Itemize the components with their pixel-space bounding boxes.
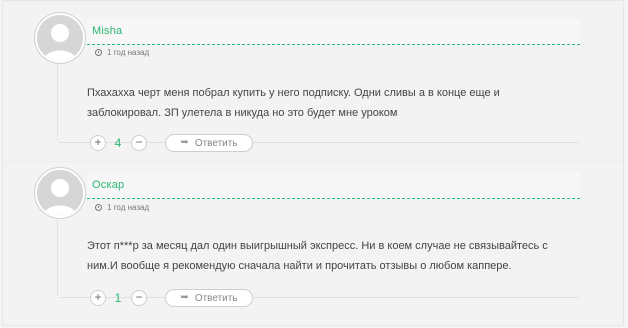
downvote-button[interactable]: −: [131, 290, 147, 306]
comment-meta: 1 год назад: [95, 203, 149, 212]
avatar[interactable]: [35, 13, 85, 63]
thread-line: [57, 59, 58, 141]
comment-separator: [3, 161, 623, 162]
reply-arrow-icon: ➥: [180, 137, 189, 148]
upvote-button[interactable]: +: [90, 135, 106, 151]
reply-label: Ответить: [194, 137, 238, 149]
upvote-button[interactable]: +: [90, 290, 106, 306]
comment-text: Этот п***р за месяц дал один выигрышный …: [87, 240, 548, 272]
comment-time: 1 год назад: [107, 48, 150, 57]
author-header: Misha: [87, 19, 580, 45]
user-silhouette-icon: [37, 15, 83, 61]
comments-panel: Misha 1 год назад Пхахахха черт меня поб…: [2, 0, 624, 326]
comment-meta: 1 год назад: [95, 48, 149, 57]
downvote-button[interactable]: −: [131, 135, 147, 151]
reply-arrow-icon: ➥: [180, 292, 189, 303]
reply-label: Ответить: [194, 292, 238, 304]
comment-time: 1 год назад: [107, 203, 150, 212]
reply-button[interactable]: ➥ Ответить: [165, 134, 253, 152]
author-header: Оскар: [87, 173, 580, 199]
avatar[interactable]: [35, 168, 85, 218]
clock-icon: [95, 49, 102, 56]
reply-button[interactable]: ➥ Ответить: [165, 289, 253, 307]
author-name[interactable]: Оскар: [92, 179, 124, 191]
author-name[interactable]: Misha: [92, 25, 122, 37]
user-silhouette-icon: [37, 170, 83, 216]
vote-score: 1: [114, 291, 122, 305]
comment-text: Пхахахха черт меня побрал купить у него …: [87, 87, 500, 119]
thread-line: [57, 214, 58, 296]
vote-score: 4: [114, 136, 122, 150]
clock-icon: [95, 204, 102, 211]
